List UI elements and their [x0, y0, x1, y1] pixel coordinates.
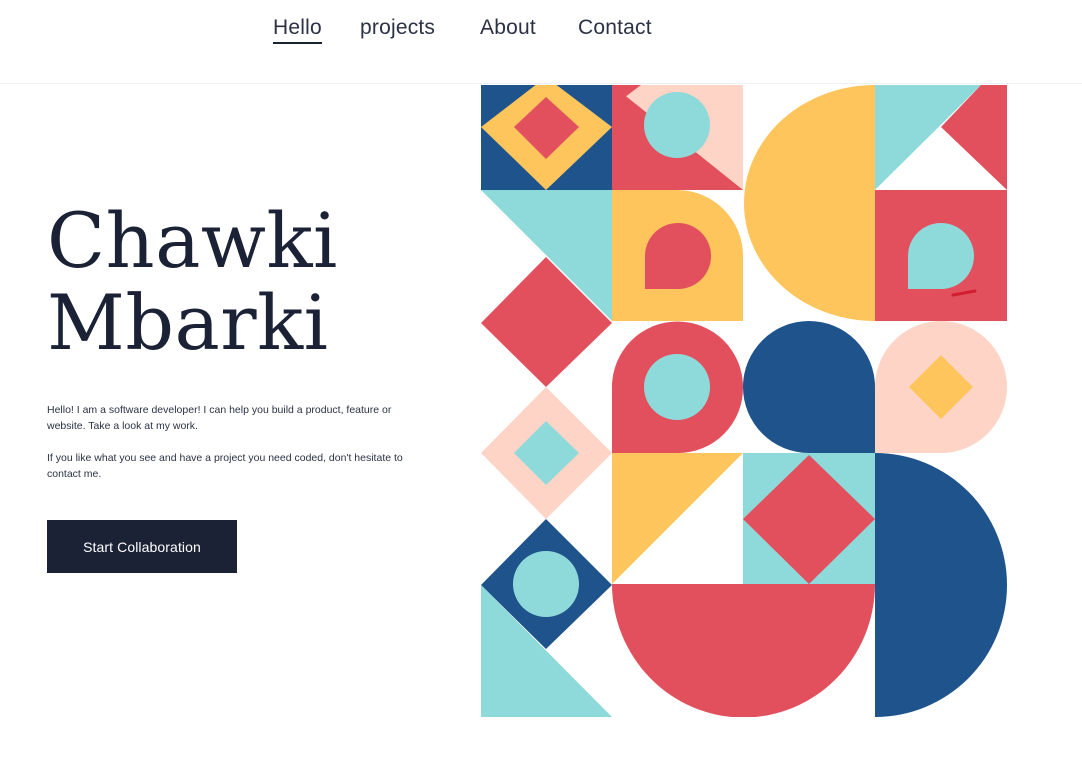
top-navigation: Hello projects About Contact [0, 0, 1082, 84]
tile-r5c1 [481, 519, 612, 717]
nav-link-contact[interactable]: Contact [578, 16, 652, 40]
tile-r2c1 [481, 190, 612, 387]
tile-r3c3 [743, 321, 875, 453]
tile-r3c1 [481, 387, 612, 519]
start-collaboration-button[interactable]: Start Collaboration [47, 520, 237, 573]
tile-r1c2 [612, 85, 743, 190]
hero-last-name: Mbarki [47, 278, 329, 367]
tile-r4-r6c4-halfcircle [875, 453, 1007, 717]
tile-r3c2 [612, 321, 744, 454]
tile-r3c4 [875, 321, 1007, 453]
nav-link-about[interactable]: About [480, 16, 536, 40]
tile-r1c1 [481, 85, 612, 190]
hero-name-heading: Chawki Mbarki [47, 200, 338, 364]
tile-r4c2 [612, 453, 743, 584]
tile-r2c4 [875, 190, 1007, 321]
nav-link-hello[interactable]: Hello [273, 16, 322, 44]
intro-paragraph-2: If you like what you see and have a proj… [47, 452, 403, 480]
hero-first-name: Chawki [47, 196, 338, 285]
tile-r1c4 [875, 85, 1007, 190]
tile-r4c3 [743, 453, 875, 584]
nav-link-projects[interactable]: projects [360, 16, 435, 40]
tile-r5-r6c2-c3-halfcircle [612, 584, 875, 717]
geometric-pattern-illustration [481, 85, 1007, 717]
tile-r2c2 [612, 190, 743, 321]
intro-paragraph-1: Hello! I am a software developer! I can … [47, 404, 392, 432]
tile-r1-r2c3-halfcircle [743, 85, 875, 321]
